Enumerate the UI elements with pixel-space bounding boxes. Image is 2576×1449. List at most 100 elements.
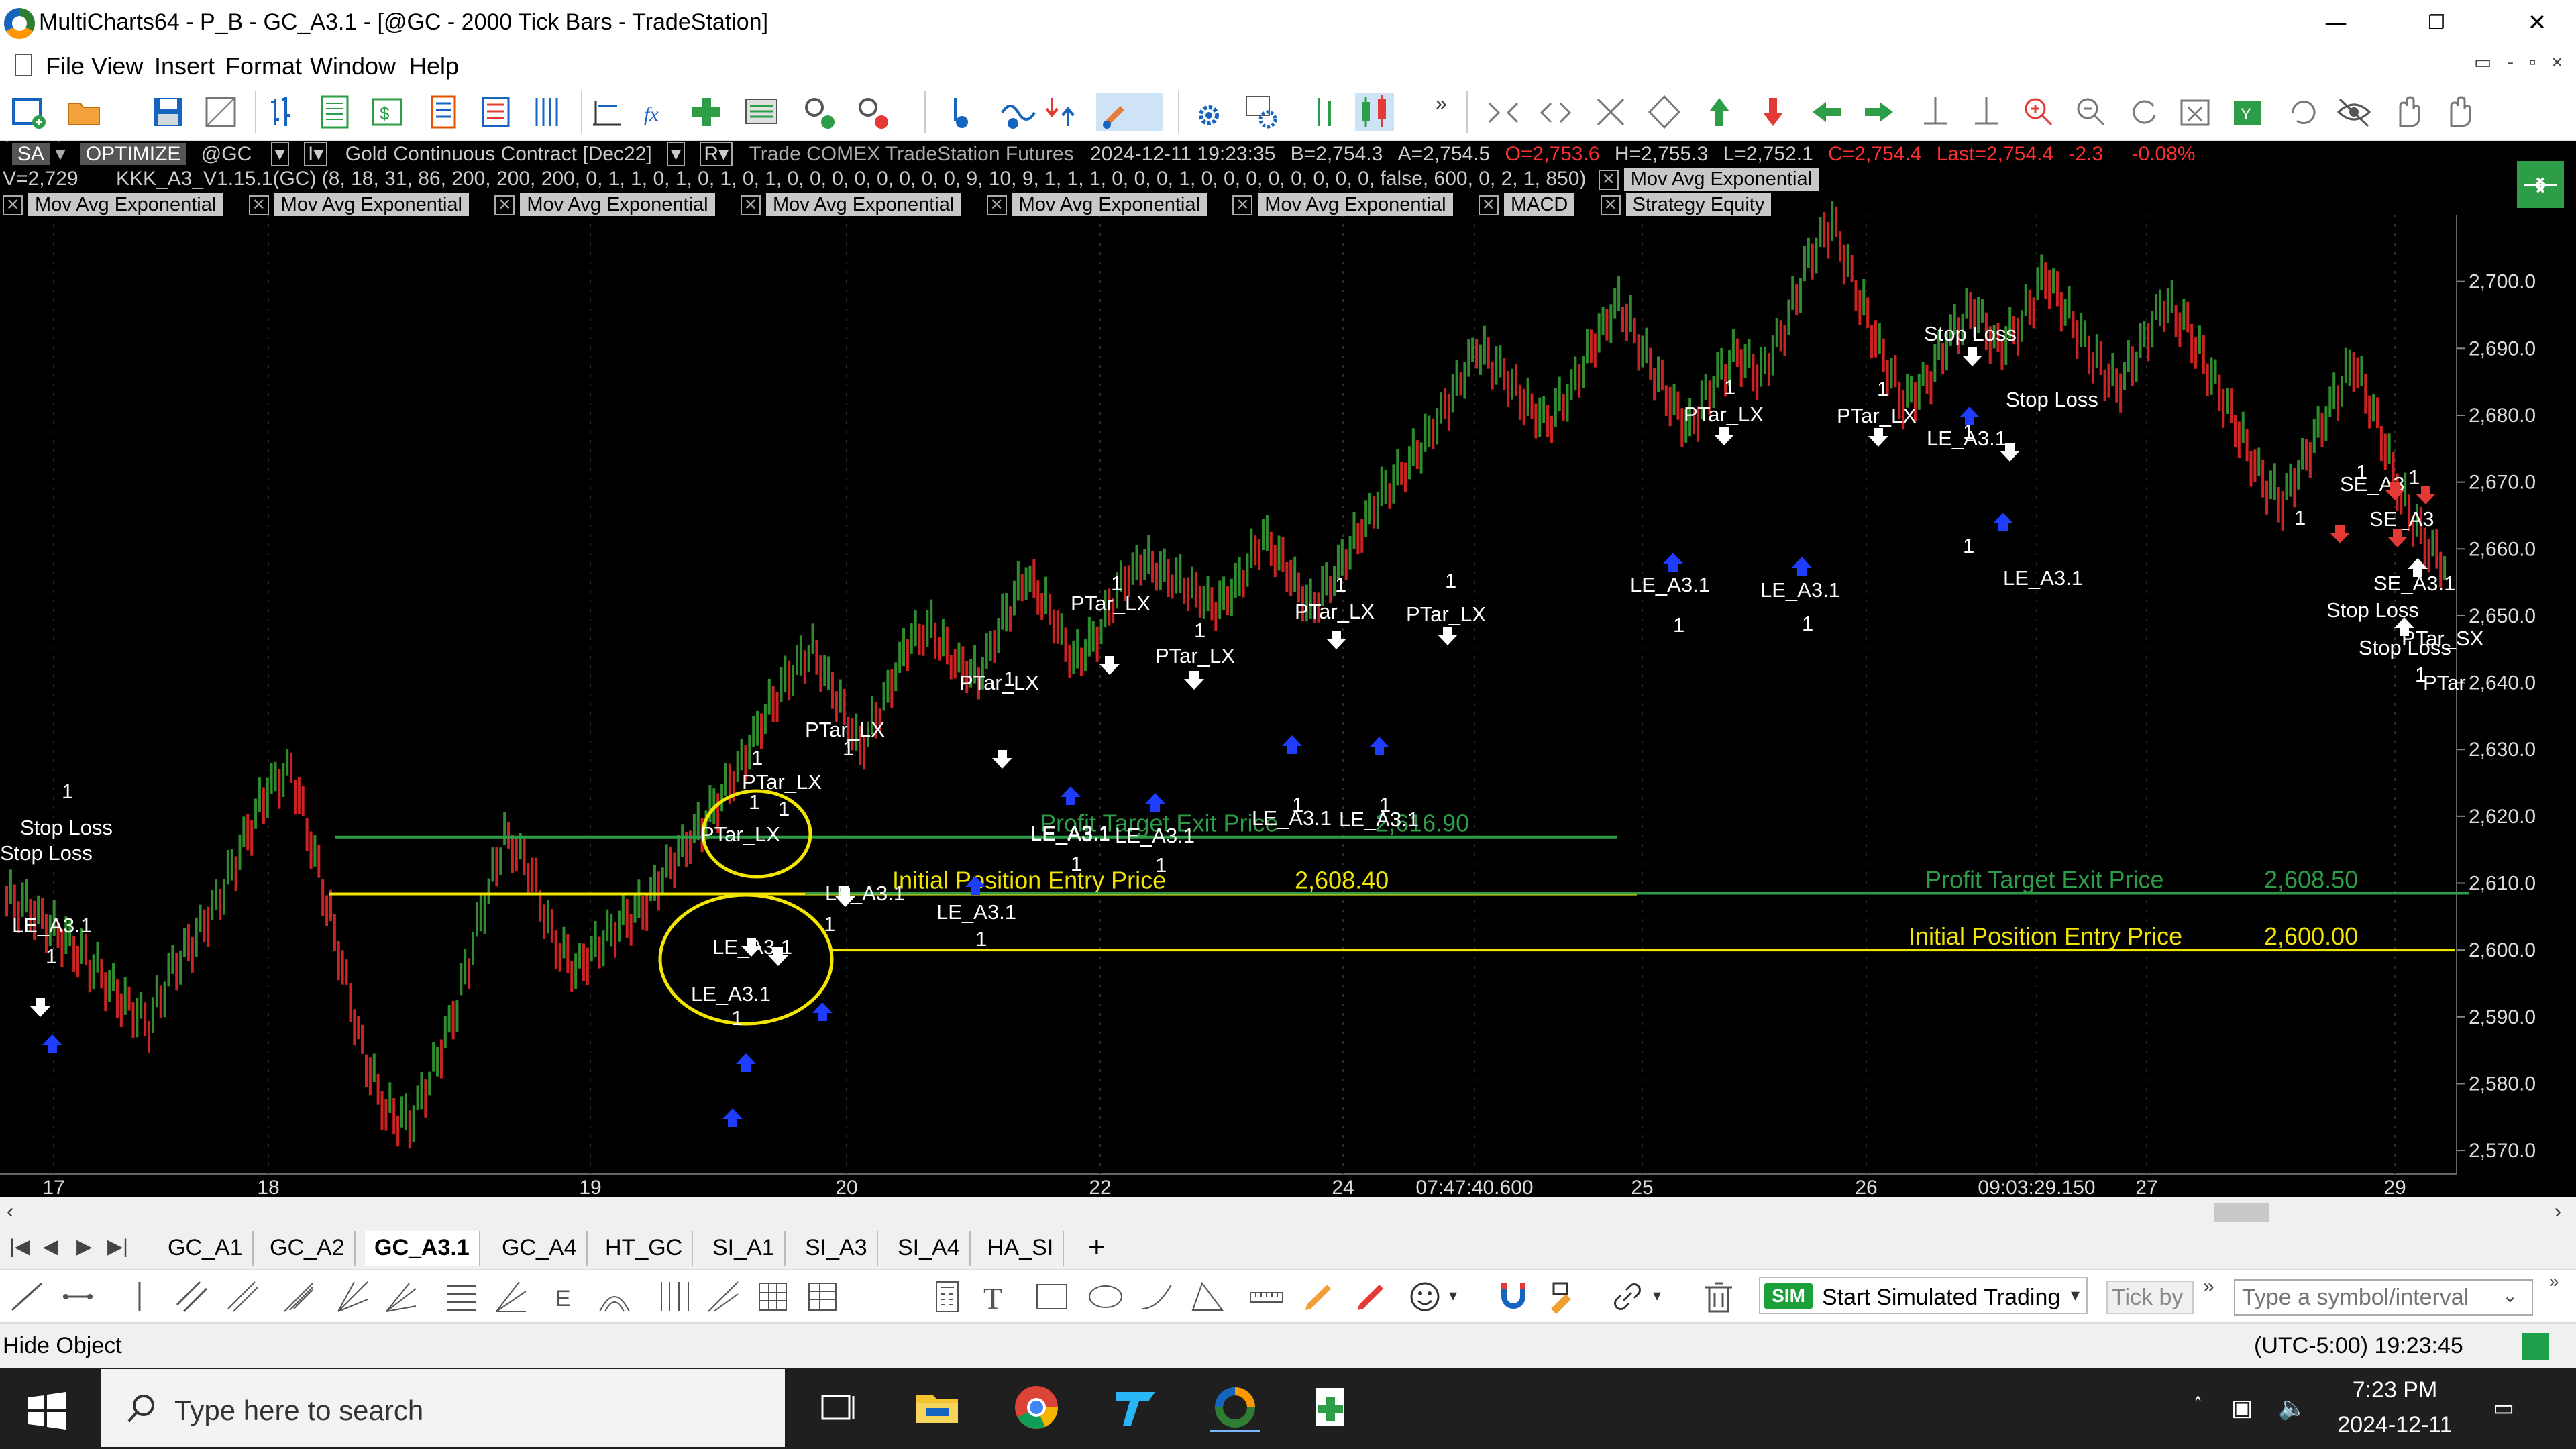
- marker-icon[interactable]: [1352, 1278, 1390, 1316]
- dollar-sheet-icon[interactable]: $: [368, 93, 407, 131]
- speed-lines-icon[interactable]: [704, 1278, 742, 1316]
- eye-hidden-icon[interactable]: [2334, 93, 2373, 131]
- trade-toggle-icon[interactable]: [2517, 161, 2564, 208]
- task-view-icon[interactable]: [813, 1383, 863, 1432]
- zoom-out-icon[interactable]: [2072, 93, 2110, 131]
- table-icon[interactable]: [804, 1278, 841, 1316]
- remove-indicator-icon[interactable]: ✕: [248, 195, 269, 216]
- parallel-icon[interactable]: [224, 1278, 262, 1316]
- strategy-icon[interactable]: [742, 93, 781, 131]
- indicator-tag[interactable]: Strategy Equity: [1625, 193, 1772, 216]
- scroll-left-icon[interactable]: ‹: [7, 1200, 13, 1223]
- windows-start-icon[interactable]: [27, 1392, 67, 1430]
- restore-button[interactable]: ❐: [2416, 5, 2457, 40]
- trade-arrows-icon[interactable]: [1041, 93, 1080, 131]
- arrow-down-icon[interactable]: [1754, 93, 1792, 131]
- tab-si-a1[interactable]: SI_A1: [703, 1231, 786, 1266]
- tab-next-icon[interactable]: ▶: [76, 1235, 92, 1258]
- pitchfork-icon[interactable]: [280, 1278, 318, 1316]
- toolbar-more-icon[interactable]: »: [1436, 93, 1474, 131]
- diamond-icon[interactable]: [1645, 93, 1684, 131]
- remove-indicator-icon[interactable]: ✕: [1232, 195, 1253, 216]
- arrow-up-icon[interactable]: [1700, 93, 1739, 131]
- pencil-icon[interactable]: [1300, 1278, 1338, 1316]
- tab-si-a4[interactable]: SI_A4: [888, 1231, 971, 1266]
- tab-gc-a2[interactable]: GC_A2: [260, 1231, 356, 1266]
- tradestation-icon[interactable]: [1111, 1383, 1161, 1432]
- tab-si-a3[interactable]: SI_A3: [796, 1231, 878, 1266]
- undo-icon[interactable]: [2284, 93, 2322, 131]
- fib-retracement-icon[interactable]: [443, 1278, 480, 1316]
- hand-icon[interactable]: [2388, 93, 2427, 131]
- fib-extension-icon[interactable]: E: [546, 1278, 584, 1316]
- chart-analysis-icon[interactable]: [588, 93, 627, 131]
- refresh-icon[interactable]: [2124, 93, 2163, 131]
- cross-icon[interactable]: [1591, 93, 1630, 131]
- format-symbol-icon[interactable]: [266, 93, 305, 131]
- blank-chart-icon[interactable]: [201, 93, 240, 131]
- fan-icon[interactable]: [382, 1278, 420, 1316]
- price-chart[interactable]: 2,700.0 2,690.0 2,680.0 2,670.0 2,660.0 2,650…: [0, 141, 2576, 1197]
- arrow-left-icon[interactable]: [1807, 93, 1846, 131]
- report-icon[interactable]: [424, 93, 463, 131]
- taskbar-date[interactable]: 2024-12-11: [2328, 1412, 2462, 1438]
- drawing-mode-icon[interactable]: [1096, 93, 1163, 131]
- taskbar-search-box[interactable]: Type here to search: [101, 1369, 785, 1447]
- arrow-right-icon[interactable]: [1860, 93, 1898, 131]
- indicator-tag[interactable]: Mov Avg Exponential: [274, 193, 469, 216]
- zoom-out-x-icon[interactable]: [1536, 93, 1575, 131]
- smiley-dropdown-icon[interactable]: ▾: [1449, 1286, 1487, 1324]
- list-icon[interactable]: [476, 93, 515, 131]
- channel-icon[interactable]: [173, 1278, 211, 1316]
- tab-ht-gc[interactable]: HT_GC: [596, 1231, 694, 1266]
- vertical-line-icon[interactable]: [121, 1278, 158, 1316]
- data-window-icon[interactable]: [315, 93, 354, 131]
- remove-indicator-icon[interactable]: ✕: [1600, 195, 1621, 216]
- mdi-controls[interactable]: ▭ - ▫ ×: [2474, 51, 2563, 73]
- fib-fan-icon[interactable]: [492, 1278, 530, 1316]
- rectangle-icon[interactable]: [1033, 1278, 1071, 1316]
- triangle-icon[interactable]: [1189, 1278, 1226, 1316]
- indicator-tag[interactable]: MACD: [1503, 193, 1575, 216]
- chart-scrollbar[interactable]: ‹ ›: [0, 1197, 2576, 1227]
- candlestick-type-icon[interactable]: [1355, 93, 1394, 131]
- delete-trash-icon[interactable]: [1700, 1278, 1737, 1316]
- chevron-down-icon[interactable]: ⌄: [2502, 1285, 2518, 1307]
- optimize-button[interactable]: OPTIMIZE: [80, 143, 186, 165]
- grid-icon[interactable]: [754, 1278, 792, 1316]
- new-chart-icon[interactable]: [9, 93, 48, 131]
- indicator-tag[interactable]: Mov Avg Exponential: [765, 193, 961, 216]
- indicator-tag[interactable]: Mov Avg Exponential: [1012, 193, 1207, 216]
- ruler-icon[interactable]: [1248, 1278, 1285, 1316]
- zoom-in-x-icon[interactable]: [1484, 93, 1523, 131]
- stop-optimize-icon[interactable]: [853, 93, 892, 131]
- tray-expand-icon[interactable]: ˄: [2194, 1395, 2202, 1415]
- menu-window[interactable]: Window: [310, 52, 396, 80]
- mode-selector[interactable]: SA: [12, 143, 50, 165]
- tab-gc-a4[interactable]: GC_A4: [492, 1231, 588, 1266]
- anchor-left-icon[interactable]: [1916, 93, 1955, 131]
- horizontal-line-icon[interactable]: [59, 1278, 97, 1316]
- start-simulated-trading-button[interactable]: SIM Start Simulated Trading ▾: [1759, 1277, 2088, 1314]
- toolbar-more-icon[interactable]: »: [2549, 1271, 2559, 1292]
- menu-file[interactable]: File: [46, 52, 85, 80]
- interval-menu[interactable]: I▾: [304, 142, 328, 166]
- text-tool-icon[interactable]: T: [977, 1278, 1014, 1316]
- smiley-icon[interactable]: [1406, 1278, 1444, 1316]
- close-button[interactable]: ✕: [2517, 5, 2557, 40]
- chart-canvas[interactable]: 2,700.0 2,690.0 2,680.0 2,670.0 2,660.0 2,650…: [0, 141, 2576, 1197]
- r-menu[interactable]: R▾: [700, 142, 733, 166]
- tick-by-field[interactable]: Tick by: [2106, 1281, 2194, 1314]
- remove-indicator-icon[interactable]: ✕: [986, 195, 1007, 216]
- chart-settings-icon[interactable]: [1242, 93, 1281, 131]
- calculator-icon[interactable]: [928, 1278, 966, 1316]
- minimize-button[interactable]: —: [2316, 5, 2356, 40]
- link-dropdown-icon[interactable]: ▾: [1653, 1286, 1690, 1324]
- settings-gear-icon[interactable]: [1189, 93, 1228, 131]
- magnet-icon[interactable]: [1495, 1278, 1532, 1316]
- network-icon[interactable]: ▣: [2231, 1395, 2253, 1421]
- columns-icon[interactable]: [529, 93, 568, 131]
- menu-insert[interactable]: Insert: [154, 52, 215, 80]
- indicator-tag[interactable]: Mov Avg Exponential: [520, 193, 715, 216]
- indicator-tag[interactable]: Mov Avg Exponential: [1258, 193, 1453, 216]
